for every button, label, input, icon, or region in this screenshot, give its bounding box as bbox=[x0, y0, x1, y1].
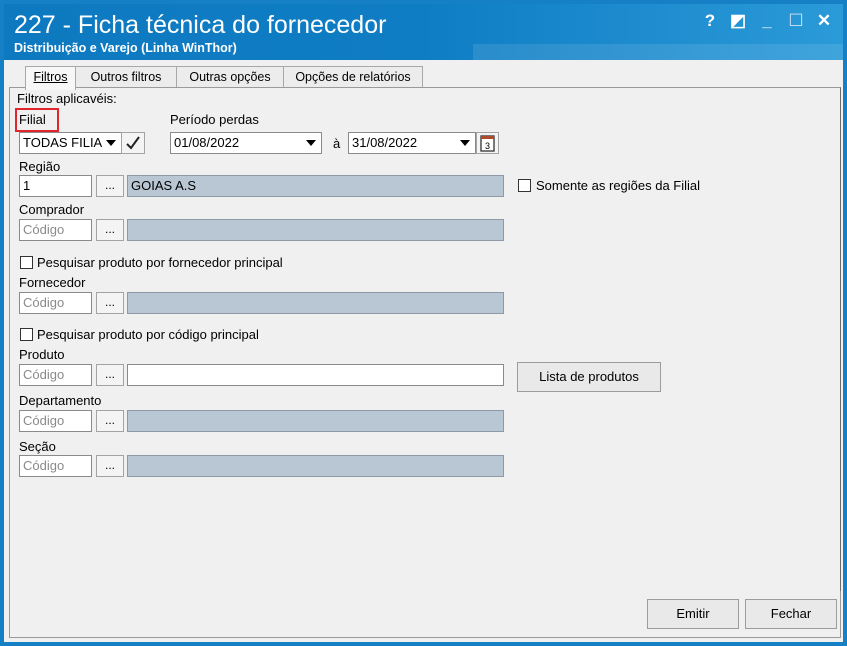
produto-code-placeholder: Código bbox=[23, 367, 65, 382]
tab-outros-filtros[interactable]: Outros filtros bbox=[75, 66, 177, 89]
chevron-down-icon[interactable] bbox=[302, 134, 320, 152]
departamento-code-input[interactable]: Código bbox=[19, 410, 92, 432]
window-title: 227 - Ficha técnica do fornecedor bbox=[14, 11, 387, 39]
fornecedor-code-placeholder: Código bbox=[23, 295, 65, 310]
filial-select[interactable]: TODAS FILIA bbox=[19, 132, 122, 154]
comprador-lookup-button[interactable]: ... bbox=[96, 219, 124, 241]
periodo-fim-value: 31/08/2022 bbox=[352, 135, 418, 150]
regiao-name-field: GOIAS A.S bbox=[127, 175, 504, 197]
departamento-name-field bbox=[127, 410, 504, 432]
close-button[interactable]: ✕ bbox=[813, 11, 835, 31]
secao-code-input[interactable]: Código bbox=[19, 455, 92, 477]
secao-code-placeholder: Código bbox=[23, 458, 65, 473]
chevron-down-icon[interactable] bbox=[102, 134, 120, 152]
app-window: 227 - Ficha técnica do fornecedor Distri… bbox=[0, 0, 847, 646]
tab-opcoes-relatorios[interactable]: Opções de relatórios bbox=[283, 66, 423, 89]
highlight-box bbox=[15, 108, 59, 132]
periodo-inicio-input[interactable]: 01/08/2022 bbox=[170, 132, 322, 154]
pesquisar-fornecedor-checkbox[interactable] bbox=[20, 256, 33, 269]
departamento-code-placeholder: Código bbox=[23, 413, 65, 428]
produto-lookup-button[interactable]: ... bbox=[96, 364, 124, 386]
pesquisar-codigo-label: Pesquisar produto por código principal bbox=[37, 327, 259, 342]
pesquisar-codigo-checkbox[interactable] bbox=[20, 328, 33, 341]
checkmark-icon bbox=[126, 136, 140, 150]
help-button[interactable]: ? bbox=[699, 11, 721, 31]
calendar-icon: 3 bbox=[480, 135, 495, 152]
fechar-button-label: Fechar bbox=[770, 606, 812, 621]
footer-bar: Emitir Fechar bbox=[9, 591, 841, 638]
fornecedor-code-input[interactable]: Código bbox=[19, 292, 92, 314]
tab-outras-opcoes-label: Outras opções bbox=[189, 70, 271, 84]
window-subtitle: Distribuição e Varejo (Linha WinThor) bbox=[14, 41, 237, 55]
emitir-button-label: Emitir bbox=[676, 606, 710, 621]
regiao-code-value: 1 bbox=[23, 178, 31, 193]
regiao-label: Região bbox=[19, 159, 61, 174]
maximize-button[interactable]: ☐ bbox=[785, 11, 807, 31]
filters-group-label: Filtros aplicavéis: bbox=[17, 91, 117, 106]
title-bar[interactable]: 227 - Ficha técnica do fornecedor Distri… bbox=[4, 4, 843, 60]
comprador-code-placeholder: Código bbox=[23, 222, 65, 237]
emitir-button[interactable]: Emitir bbox=[647, 599, 739, 629]
departamento-label: Departamento bbox=[19, 393, 102, 408]
tab-filtros-label: Filtros bbox=[33, 70, 68, 84]
filial-select-value: TODAS FILIA bbox=[23, 135, 103, 150]
tab-filtros[interactable]: Filtros bbox=[25, 66, 76, 90]
svg-text:3: 3 bbox=[485, 141, 490, 151]
regiao-lookup-button[interactable]: ... bbox=[96, 175, 124, 197]
title-bar-decoration bbox=[473, 44, 843, 60]
regiao-name-value: GOIAS A.S bbox=[131, 178, 197, 193]
secao-name-field bbox=[127, 455, 504, 477]
minimize-button[interactable]: _ bbox=[756, 11, 778, 31]
secao-label: Seção bbox=[19, 439, 56, 454]
periodo-label: Período perdas bbox=[170, 112, 259, 127]
fornecedor-lookup-button[interactable]: ... bbox=[96, 292, 124, 314]
secao-lookup-button[interactable]: ... bbox=[96, 455, 124, 477]
comprador-code-input[interactable]: Código bbox=[19, 219, 92, 241]
periodo-separator: à bbox=[333, 136, 341, 151]
comprador-name-field bbox=[127, 219, 504, 241]
tab-outras-opcoes[interactable]: Outras opções bbox=[176, 66, 284, 89]
filters-panel: Filtros aplicavéis: Filial TODAS FILIA P… bbox=[9, 87, 841, 593]
chevron-down-icon[interactable] bbox=[456, 134, 474, 152]
produto-code-input[interactable]: Código bbox=[19, 364, 92, 386]
produto-label: Produto bbox=[19, 347, 65, 362]
periodo-fim-input[interactable]: 31/08/2022 bbox=[348, 132, 476, 154]
departamento-lookup-button[interactable]: ... bbox=[96, 410, 124, 432]
comprador-label: Comprador bbox=[19, 202, 85, 217]
fechar-button[interactable]: Fechar bbox=[745, 599, 837, 629]
regiao-code-input[interactable]: 1 bbox=[19, 175, 92, 197]
calendar-button[interactable]: 3 bbox=[476, 132, 499, 154]
lista-produtos-button[interactable]: Lista de produtos bbox=[517, 362, 661, 392]
client-area: Filtros Outros filtros Outras opções Opç… bbox=[4, 60, 843, 642]
periodo-inicio-value: 01/08/2022 bbox=[174, 135, 240, 150]
produto-name-input[interactable] bbox=[127, 364, 504, 386]
pesquisar-fornecedor-label: Pesquisar produto por fornecedor princip… bbox=[37, 255, 283, 270]
confirm-filial-button[interactable] bbox=[121, 132, 145, 154]
restore-button[interactable]: ◩ bbox=[727, 11, 749, 31]
somente-regioes-label: Somente as regiões da Filial bbox=[536, 178, 701, 193]
fornecedor-name-field bbox=[127, 292, 504, 314]
somente-regioes-checkbox[interactable] bbox=[518, 179, 531, 192]
fornecedor-label: Fornecedor bbox=[19, 275, 86, 290]
tab-outros-filtros-label: Outros filtros bbox=[90, 70, 162, 84]
tab-opcoes-relatorios-label: Opções de relatórios bbox=[295, 70, 411, 84]
